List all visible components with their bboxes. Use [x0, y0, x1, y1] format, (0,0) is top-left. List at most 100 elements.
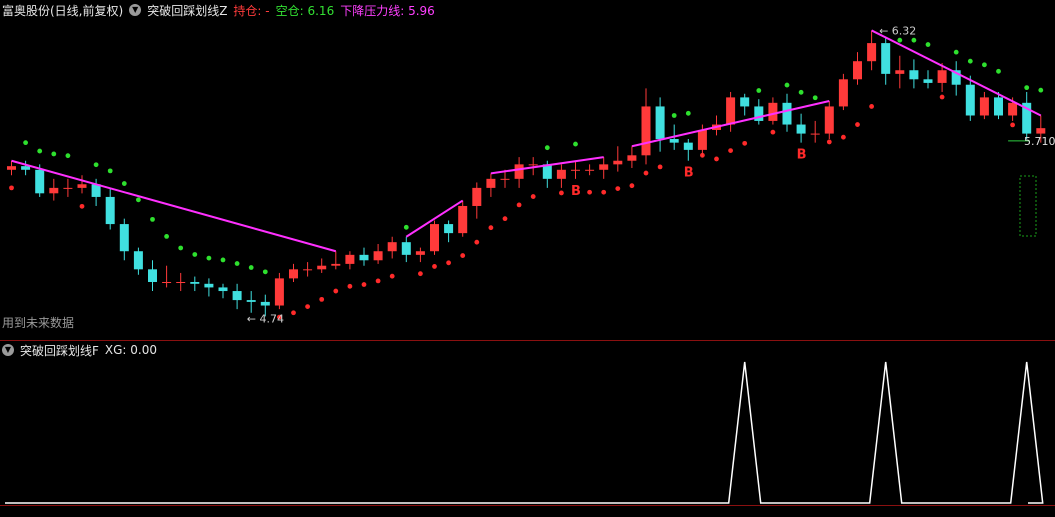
candle-body	[1036, 128, 1046, 134]
candle-body	[303, 269, 313, 271]
candle-body	[683, 142, 693, 150]
candle-body	[923, 79, 933, 83]
indicator-name[interactable]: 突破回踩划线Z	[147, 2, 227, 19]
pressure-line-value: 下降压力线: 5.96	[340, 2, 435, 19]
ma-dot	[756, 88, 762, 93]
candle-body	[345, 254, 355, 264]
candle-body	[740, 97, 750, 107]
ma-dot	[291, 310, 296, 316]
candle-body	[782, 102, 792, 125]
xg-label: XG:	[104, 343, 131, 357]
stock-chart-stage: ← 6.32 ← 4.74 5.710 B B B	[0, 0, 1055, 513]
upper-header: 富奥股份(日线,前复权) ▼ 突破回踩划线Z 持仓: - 空仓: 6.16 下降…	[2, 0, 435, 20]
ma-dot	[657, 164, 663, 170]
chevron-down-icon[interactable]: ▼	[2, 344, 14, 356]
candle-body	[162, 281, 172, 283]
candle-body	[824, 106, 834, 134]
ma-dot	[897, 37, 903, 43]
candle-body	[401, 242, 411, 255]
ma-dot	[629, 183, 635, 189]
lower-indicator-name[interactable]: 突破回踩划线F	[20, 342, 99, 359]
candle-body	[430, 224, 439, 252]
stock-title: 富奥股份(日线,前复权)	[2, 3, 124, 18]
candle-body	[641, 106, 651, 156]
candle-body	[77, 184, 87, 188]
candle-body	[260, 301, 270, 306]
ma-dot	[65, 153, 71, 159]
ma-dot	[403, 224, 409, 230]
candle-body	[105, 196, 115, 225]
ma-dot	[474, 239, 480, 245]
ma-dot	[615, 186, 621, 192]
candle-body	[697, 129, 707, 150]
candle-body	[571, 169, 580, 171]
ma-dot	[121, 181, 127, 186]
candle-body	[35, 169, 45, 194]
candle-body	[627, 155, 637, 161]
ma-dot	[996, 68, 1001, 74]
ma-dot	[770, 129, 776, 135]
ma-dot	[178, 245, 184, 251]
candle-body	[486, 178, 496, 188]
ma-dot	[643, 170, 649, 176]
candle-body	[937, 70, 947, 83]
candle-body	[613, 160, 623, 165]
pressure-label: 下降压力线:	[340, 3, 409, 18]
chevron-down-icon[interactable]: ▼	[129, 4, 142, 16]
pressure-line	[11, 159, 337, 253]
ma-dot	[37, 148, 43, 154]
ma-dot	[446, 260, 451, 266]
last-price-label: 5.710	[1024, 135, 1055, 148]
candle-body	[119, 224, 129, 252]
candle-body	[176, 281, 186, 283]
ma-dot	[869, 104, 874, 109]
ma-dot	[967, 58, 973, 64]
candle-body	[979, 97, 989, 116]
candle-body	[7, 166, 16, 170]
candle-body	[289, 269, 298, 279]
candle-body	[853, 61, 862, 80]
xg-number: 0.00	[130, 343, 158, 357]
low-price-label: ← 4.74	[247, 312, 284, 325]
ma-dot	[347, 283, 353, 289]
empty-label: 空仓:	[275, 3, 308, 18]
ma-dot	[982, 62, 987, 68]
volume-box	[1019, 175, 1037, 237]
ma-dot	[93, 162, 99, 168]
ma-dot	[685, 110, 691, 116]
ma-dot	[516, 202, 522, 208]
candle-body	[881, 43, 891, 74]
buy-signal-label: B	[571, 184, 581, 199]
hold-label: 持仓: -	[233, 3, 270, 18]
ma-dot	[911, 37, 917, 43]
ma-dot	[192, 252, 198, 257]
ma-dot	[544, 145, 550, 151]
ma-dot	[742, 140, 748, 146]
ma-dot	[9, 185, 14, 191]
ma-dot	[573, 141, 578, 147]
ma-dot	[79, 203, 85, 209]
ma-dot	[939, 94, 945, 100]
candle-body	[838, 79, 848, 107]
candle-body	[994, 97, 1003, 116]
future-data-note: 用到未来数据	[2, 316, 75, 330]
xg-value: XG: 0.00	[105, 343, 157, 357]
candle-body	[274, 278, 284, 306]
candle-body	[373, 251, 383, 261]
ma-dot	[601, 189, 607, 195]
ma-dot	[841, 134, 846, 140]
ma-dot	[319, 296, 325, 302]
candle-body	[133, 251, 143, 270]
candle-body	[190, 281, 200, 284]
ma-dot	[1024, 85, 1030, 91]
ma-dot	[418, 271, 423, 277]
ma-dot	[150, 216, 155, 222]
candle-body	[472, 187, 482, 206]
chart-canvas: ← 6.32 ← 4.74 5.710 B B B	[0, 24, 1055, 506]
ma-dot	[798, 89, 804, 95]
candle-body	[359, 254, 369, 261]
empty-value: 6.16	[307, 3, 335, 18]
ma-dot	[206, 255, 212, 261]
candle-body	[458, 205, 468, 234]
ma-dot	[23, 140, 28, 146]
